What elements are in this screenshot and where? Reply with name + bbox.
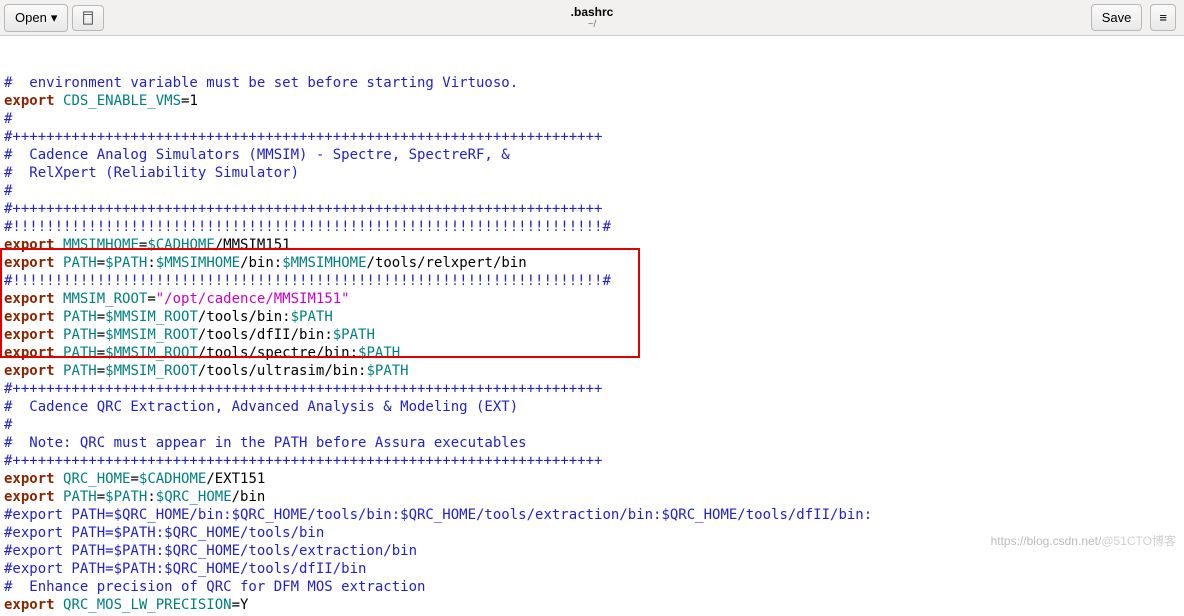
code-line: export MMSIM_ROOT="/opt/cadence/MMSIM151… <box>4 290 1180 308</box>
code-line: #!!!!!!!!!!!!!!!!!!!!!!!!!!!!!!!!!!!!!!!… <box>4 272 1180 290</box>
code-line: #+++++++++++++++++++++++++++++++++++++++… <box>4 380 1180 398</box>
code-line: #export PATH=$PATH:$QRC_HOME/tools/dfII/… <box>4 560 1180 578</box>
save-button-label: Save <box>1102 10 1132 25</box>
code-line: export QRC_HOME=$CADHOME/EXT151 <box>4 470 1180 488</box>
code-line: # Note: QRC must appear in the PATH befo… <box>4 434 1180 452</box>
file-name: .bashrc <box>571 5 614 19</box>
code-line: export PATH=$MMSIM_ROOT/tools/bin:$PATH <box>4 308 1180 326</box>
code-line: export MMSIMHOME=$CADHOME/MMSIM151 <box>4 236 1180 254</box>
open-button[interactable]: Open ▾ <box>4 4 68 32</box>
code-line: #+++++++++++++++++++++++++++++++++++++++… <box>4 452 1180 470</box>
code-line: #+++++++++++++++++++++++++++++++++++++++… <box>4 128 1180 146</box>
chevron-down-icon: ▾ <box>51 10 58 26</box>
code-line: # <box>4 416 1180 434</box>
code-line: export CDS_ENABLE_VMS=1 <box>4 92 1180 110</box>
code-line: # RelXpert (Reliability Simulator) <box>4 164 1180 182</box>
file-path: ~/ <box>571 19 614 30</box>
code-line: export PATH=$MMSIM_ROOT/tools/dfII/bin:$… <box>4 326 1180 344</box>
new-tab-button[interactable] <box>72 5 104 31</box>
code-line: # <box>4 110 1180 128</box>
watermark: https://blog.csdn.net/@51CTO博客 <box>991 532 1176 549</box>
code-line: #export PATH=$QRC_HOME/bin:$QRC_HOME/too… <box>4 506 1180 524</box>
hamburger-icon: ≡ <box>1159 10 1167 25</box>
watermark-url: https://blog.csdn.net/ <box>991 534 1102 548</box>
editor-area[interactable]: # environment variable must be set befor… <box>0 36 1184 616</box>
menu-button[interactable]: ≡ <box>1150 4 1176 31</box>
code-line: # environment variable must be set befor… <box>4 74 1180 92</box>
code-line: export QRC_MOS_LW_PRECISION=Y <box>4 596 1180 614</box>
open-button-label: Open <box>15 10 47 25</box>
code-line: export PATH=$PATH:$MMSIMHOME/bin:$MMSIMH… <box>4 254 1180 272</box>
watermark-handle: @51CTO博客 <box>1101 534 1176 548</box>
code-line: export PATH=$MMSIM_ROOT/tools/ultrasim/b… <box>4 362 1180 380</box>
document-icon <box>81 11 95 25</box>
title-area: .bashrc ~/ <box>571 5 614 30</box>
code-line: # Enhance precision of QRC for DFM MOS e… <box>4 578 1180 596</box>
code-line: # Cadence QRC Extraction, Advanced Analy… <box>4 398 1180 416</box>
code-line: #+++++++++++++++++++++++++++++++++++++++… <box>4 200 1180 218</box>
code-line: #!!!!!!!!!!!!!!!!!!!!!!!!!!!!!!!!!!!!!!!… <box>4 218 1180 236</box>
toolbar: Open ▾ .bashrc ~/ Save ≡ <box>0 0 1184 36</box>
save-button[interactable]: Save <box>1091 4 1143 31</box>
code-line: export PATH=$PATH:$QRC_HOME/bin <box>4 488 1180 506</box>
code-line: # <box>4 182 1180 200</box>
code-line: # Cadence Analog Simulators (MMSIM) - Sp… <box>4 146 1180 164</box>
code-line: export PATH=$MMSIM_ROOT/tools/spectre/bi… <box>4 344 1180 362</box>
